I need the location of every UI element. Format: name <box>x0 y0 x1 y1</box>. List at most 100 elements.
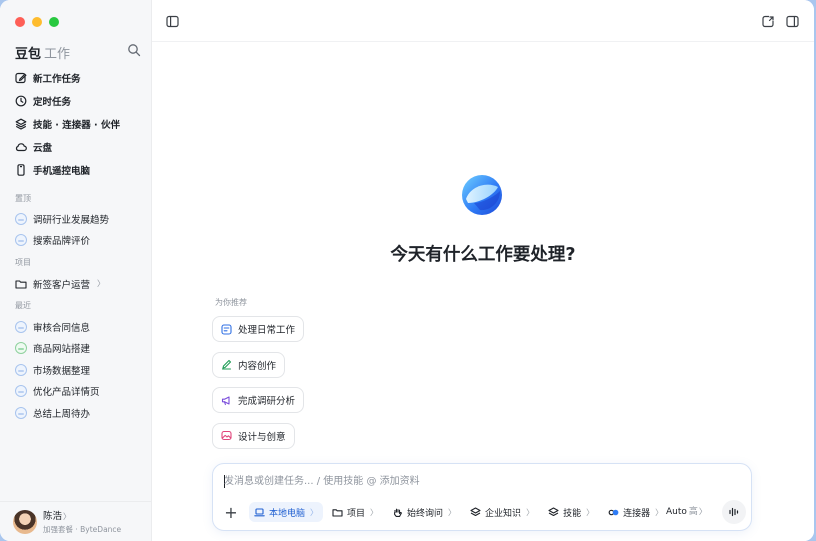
add-attachment-button[interactable]: + <box>221 502 241 522</box>
chat-icon <box>15 320 27 333</box>
tool-local-computer[interactable]: 本地电脑〉 <box>249 502 324 522</box>
chevron-right-icon: 〉 <box>586 507 595 517</box>
cloud-icon <box>15 142 27 151</box>
brand-name: 豆包 <box>15 47 42 62</box>
chevron-right-icon: 〉 <box>448 507 457 517</box>
recommend-label: 为你推荐 <box>215 298 247 307</box>
chat-icon <box>15 234 27 247</box>
project-list: 新签客户运营〉 <box>10 273 144 295</box>
list-item[interactable]: 搜索品牌评价 <box>10 230 144 252</box>
folder-icon <box>332 508 343 517</box>
app-window: 豆包 工作 新工作任务 定时任务 技能 · 连接器 · 伙伴 云盘 手机遥控电脑… <box>0 0 814 541</box>
message-composer: + 本地电脑〉 项目〉 始终询问〉 企业知识〉 <box>212 463 752 531</box>
chat-icon <box>15 385 27 398</box>
avatar <box>13 509 37 534</box>
tool-label: 始终询问 <box>407 508 444 519</box>
recommendation-research[interactable]: 完成调研分析 <box>212 387 305 413</box>
minimize-window-button[interactable] <box>32 17 42 27</box>
chevron-right-icon: 〉 <box>655 507 664 517</box>
nav-label: 手机遥控电脑 <box>33 165 91 177</box>
chevron-right-icon: 〉 <box>698 507 707 516</box>
nav-label: 定时任务 <box>33 96 72 108</box>
voice-input-button[interactable] <box>722 500 746 524</box>
recommendation-daily-work[interactable]: 处理日常工作 <box>212 316 305 342</box>
close-window-button[interactable] <box>15 17 25 27</box>
section-label-projects: 项目 <box>15 258 31 267</box>
chat-icon <box>15 406 27 419</box>
chat-icon <box>15 342 27 355</box>
list-item[interactable]: 调研行业发展趋势 <box>10 208 144 230</box>
nav-skills-connectors[interactable]: 技能 · 连接器 · 伙伴 <box>10 112 144 135</box>
nav-cloud-drive[interactable]: 云盘 <box>10 135 144 158</box>
list-item[interactable]: 优化产品详情页 <box>10 381 144 403</box>
list-item-label: 搜索品牌评价 <box>33 236 91 248</box>
hand-icon <box>394 508 402 517</box>
list-item-label: 市场数据整理 <box>33 365 91 377</box>
tool-skills[interactable]: 技能〉 <box>543 502 599 522</box>
recommendation-list: 处理日常工作 内容创作 完成调研分析 设计与创意 <box>212 316 305 458</box>
tool-enterprise-knowledge[interactable]: 企业知识〉 <box>465 502 539 522</box>
list-item[interactable]: 审核合同信息 <box>10 316 144 338</box>
connector-icon <box>608 509 619 515</box>
layers-icon <box>15 118 27 130</box>
tool-label: 项目 <box>347 508 366 519</box>
zoom-window-button[interactable] <box>49 17 59 27</box>
nav-phone-remote[interactable]: 手机遥控电脑 <box>10 158 144 181</box>
tool-label: 技能 <box>563 508 582 519</box>
image-icon <box>221 430 232 441</box>
nav-scheduled-tasks[interactable]: 定时任务 <box>10 89 144 112</box>
tool-label: 本地电脑 <box>269 508 306 519</box>
tool-always-ask[interactable]: 始终询问〉 <box>387 502 461 522</box>
waveform-icon <box>729 507 739 517</box>
sidebar-nav: 新工作任务 定时任务 技能 · 连接器 · 伙伴 云盘 手机遥控电脑 <box>10 66 144 181</box>
list-item[interactable]: 市场数据整理 <box>10 359 144 381</box>
clock-icon <box>15 95 27 106</box>
layers-icon <box>548 506 559 516</box>
search-icon[interactable] <box>127 43 141 57</box>
panel-toggle-icon[interactable] <box>786 15 799 28</box>
app-brand: 豆包 工作 <box>15 43 70 62</box>
recommendation-label: 处理日常工作 <box>238 325 296 336</box>
recommendation-label: 设计与创意 <box>238 431 286 443</box>
folder-icon <box>15 280 27 289</box>
new-window-icon[interactable] <box>762 15 775 28</box>
tool-connectors[interactable]: 连接器〉 <box>603 502 668 522</box>
section-label-recent: 最近 <box>15 301 31 310</box>
composer-toolbar: + 本地电脑〉 项目〉 始终询问〉 企业知识〉 技能 〉 连接器 〉 <box>221 501 672 523</box>
list-item-label: 商品网站搭建 <box>33 344 91 356</box>
user-name-row: 陈浩〉 <box>43 508 121 522</box>
window-controls <box>15 17 59 27</box>
model-selector[interactable]: Auto 高〉 <box>666 504 707 517</box>
tool-project[interactable]: 项目〉 <box>327 502 383 522</box>
phone-icon <box>17 163 25 176</box>
section-label-pinned: 置顶 <box>15 194 31 203</box>
user-name: 陈浩 <box>43 511 63 522</box>
message-input[interactable] <box>224 473 664 489</box>
task-icon <box>221 323 232 335</box>
list-item[interactable]: 总结上周待办 <box>10 402 144 424</box>
nav-new-task[interactable]: 新工作任务 <box>10 66 144 89</box>
doubao-logo-icon <box>462 175 502 215</box>
list-item-label: 调研行业发展趋势 <box>33 214 110 226</box>
model-level: 高 <box>688 507 698 517</box>
recommendation-design[interactable]: 设计与创意 <box>212 422 295 449</box>
brand-subtitle: 工作 <box>44 47 71 62</box>
top-bar <box>152 0 814 42</box>
page-title: 今天有什么工作要处理? <box>390 245 576 265</box>
nav-label: 云盘 <box>33 142 53 154</box>
chevron-right-icon: 〉 <box>526 507 535 517</box>
list-item[interactable]: 新签客户运营〉 <box>10 273 144 295</box>
list-item-label: 新签客户运营 <box>33 279 91 291</box>
chevron-right-icon: 〉 <box>97 279 106 289</box>
sidebar-toggle-icon[interactable] <box>166 15 179 28</box>
list-item[interactable]: 商品网站搭建 <box>10 338 144 360</box>
tool-label: 连接器 <box>623 508 651 519</box>
nav-label: 技能 · 连接器 · 伙伴 <box>33 119 120 131</box>
laptop-icon <box>254 507 265 516</box>
chevron-right-icon: 〉 <box>310 507 319 517</box>
chevron-right-icon: 〉 <box>63 512 72 521</box>
layers-icon <box>470 506 481 516</box>
recommendation-content-creation[interactable]: 内容创作 <box>212 351 286 378</box>
recent-list: 审核合同信息 商品网站搭建 市场数据整理 优化产品详情页 总结上周待办 <box>10 316 144 424</box>
user-profile[interactable]: 陈浩〉 加强套餐 · ByteDance <box>0 501 151 541</box>
